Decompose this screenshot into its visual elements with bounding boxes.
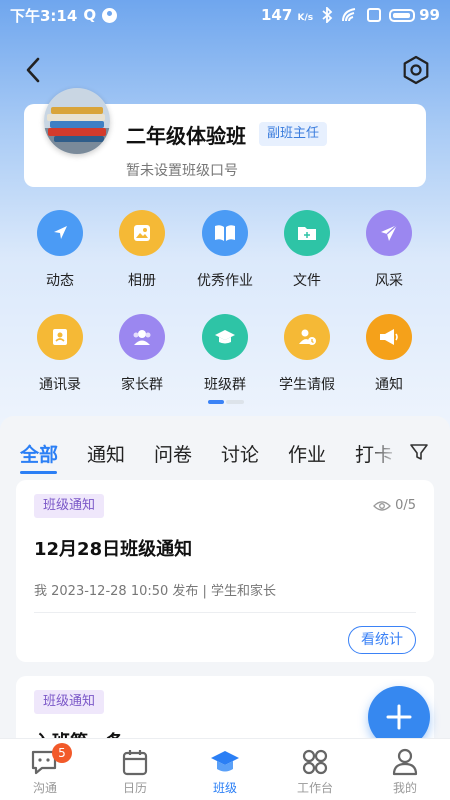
- folder-icon: [284, 210, 330, 256]
- book-icon: [202, 210, 248, 256]
- feature-label: 通知: [375, 377, 403, 393]
- nav-item-calendar[interactable]: 日历: [90, 739, 180, 800]
- tab-all[interactable]: 全部: [20, 440, 58, 467]
- feature-label: 相册: [128, 273, 156, 289]
- unread-badge: 5: [52, 743, 72, 763]
- grid-page-indicator: [208, 400, 244, 404]
- wifi-icon: [342, 8, 356, 22]
- feature-files[interactable]: 文件: [267, 210, 347, 290]
- role-badge: 副班主任: [259, 122, 328, 146]
- contacts-icon: [37, 314, 83, 360]
- eye-icon: [373, 500, 391, 511]
- parents-group-icon: [119, 314, 165, 360]
- status-time: 下午3:14: [10, 6, 78, 25]
- bluetooth-icon: [322, 7, 333, 23]
- network-speed: 147 K/s: [261, 6, 313, 24]
- active-tab-indicator: [20, 471, 57, 474]
- nav-item-profile[interactable]: 我的: [360, 739, 450, 800]
- class-slogan[interactable]: 暂未设置班级口号: [126, 160, 238, 180]
- tabs-fade: [370, 430, 400, 470]
- feature-label: 风采: [375, 273, 403, 289]
- paper-plane-icon: [366, 210, 412, 256]
- feature-dynamics[interactable]: 动态: [20, 210, 100, 290]
- nav-label: 工作台: [296, 781, 333, 795]
- battery-indicator: 99: [389, 6, 440, 24]
- tab-homework[interactable]: 作业: [288, 440, 326, 467]
- megaphone-icon: [366, 314, 412, 360]
- feature-class-group[interactable]: 班级群: [185, 314, 265, 394]
- back-icon[interactable]: [18, 54, 50, 86]
- feature-showcase[interactable]: 风采: [349, 210, 429, 290]
- q-app-icon: Q: [83, 6, 97, 24]
- nav-label: 沟通: [32, 781, 57, 795]
- notification-icon: [102, 7, 118, 23]
- network-speed-unit: K/s: [297, 13, 314, 23]
- top-nav: [0, 50, 450, 90]
- filter-icon[interactable]: [408, 441, 430, 463]
- screen-icon: [367, 8, 382, 22]
- post-meta: 我 2023-12-28 10:50 发布 | 学生和家长: [34, 584, 277, 599]
- class-avatar: [44, 88, 110, 154]
- feature-label: 学生请假: [279, 377, 335, 393]
- profile-icon: [392, 748, 418, 776]
- plus-icon: [386, 704, 412, 730]
- network-speed-value: 147: [260, 6, 293, 24]
- tab-discussion[interactable]: 讨论: [221, 440, 259, 467]
- feature-label: 动态: [46, 273, 74, 289]
- compass-icon: [37, 210, 83, 256]
- student-leave-icon: [284, 314, 330, 360]
- nav-label: 班级: [212, 781, 237, 795]
- feature-parents-group[interactable]: 家长群: [102, 314, 182, 394]
- battery-icon: [389, 8, 416, 22]
- feature-label: 文件: [293, 273, 321, 289]
- feature-student-leave[interactable]: 学生请假: [267, 314, 347, 394]
- calendar-icon: [122, 750, 148, 776]
- class-name: 二年级体验班: [126, 124, 246, 148]
- feature-label: 通讯录: [39, 377, 81, 393]
- feature-excellent-homework[interactable]: 优秀作业: [185, 210, 265, 290]
- tab-notice[interactable]: 通知: [87, 440, 125, 467]
- view-stats-button[interactable]: 看统计: [348, 626, 416, 654]
- settings-icon[interactable]: [400, 54, 432, 86]
- workbench-icon: [302, 749, 328, 775]
- feature-contacts[interactable]: 通讯录: [20, 314, 100, 394]
- feature-label: 优秀作业: [197, 273, 253, 289]
- nav-label: 我的: [392, 781, 417, 795]
- feature-label: 家长群: [121, 377, 163, 393]
- bottom-nav: 5 沟通 日历 班级 工作台 我的: [0, 738, 450, 800]
- tab-survey[interactable]: 问卷: [154, 440, 192, 467]
- post-type-badge: 班级通知: [34, 494, 105, 518]
- nav-item-workbench[interactable]: 工作台: [270, 739, 360, 800]
- divider: [34, 612, 416, 613]
- nav-item-class[interactable]: 班级: [180, 739, 270, 800]
- post-title: 12月28日班级通知: [34, 539, 193, 560]
- read-count-value: 0/5: [395, 498, 416, 513]
- nav-label: 日历: [122, 781, 147, 795]
- graduation-cap-icon: [202, 314, 248, 360]
- post-type-badge: 班级通知: [34, 690, 105, 714]
- battery-level: 99: [419, 6, 440, 24]
- feature-label: 班级群: [204, 377, 246, 393]
- status-bar: 下午3:14 Q 147 K/s 99: [0, 0, 450, 30]
- read-count: 0/5: [373, 498, 416, 513]
- post-card[interactable]: 班级通知 0/5 12月28日班级通知 我 2023-12-28 10:50 发…: [16, 480, 434, 662]
- photo-icon: [119, 210, 165, 256]
- feature-notice[interactable]: 通知: [349, 314, 429, 394]
- feature-album[interactable]: 相册: [102, 210, 182, 290]
- class-hat-icon: [211, 751, 239, 772]
- nav-item-chat[interactable]: 5 沟通: [0, 739, 90, 800]
